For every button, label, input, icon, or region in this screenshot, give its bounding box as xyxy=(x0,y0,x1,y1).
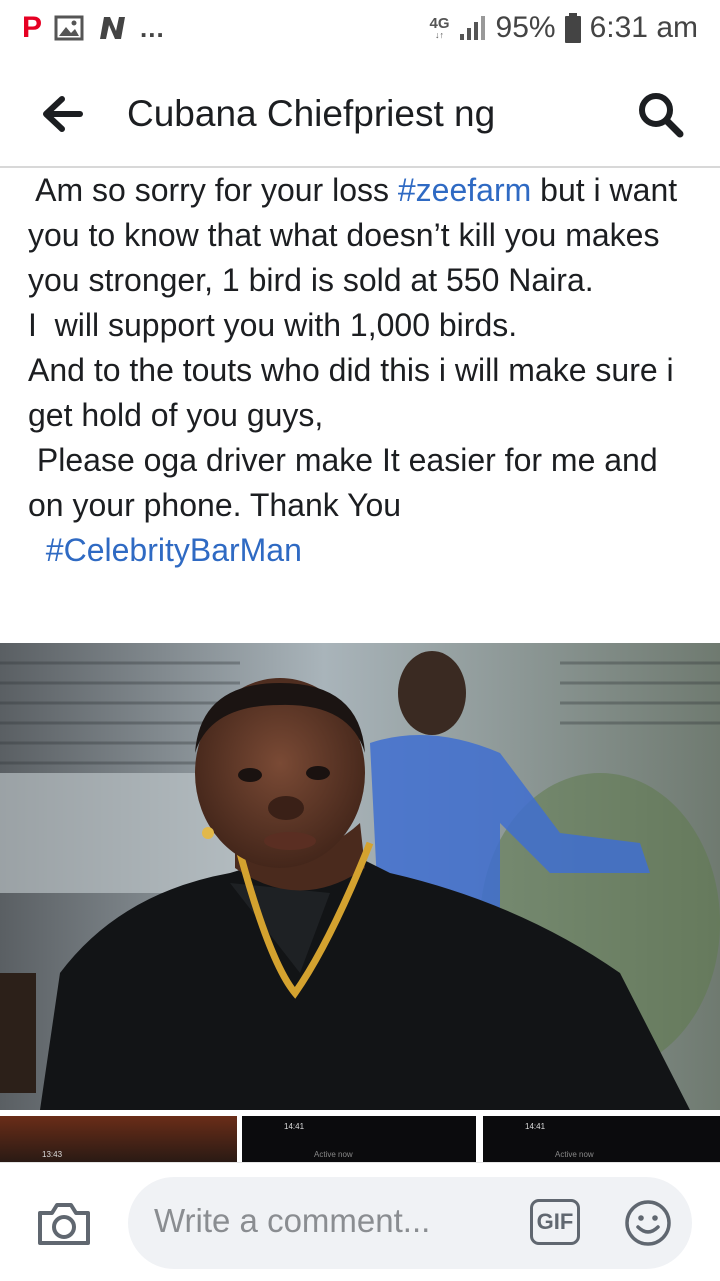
pinterest-icon: P xyxy=(22,11,43,44)
thumbnail-1[interactable]: 13:43 xyxy=(0,1116,237,1162)
post-text-segment: Am so sorry for your loss xyxy=(28,172,398,208)
thumbnail-time: 14:41 xyxy=(525,1122,546,1131)
thumbnail-time: 14:41 xyxy=(284,1122,305,1131)
camera-icon[interactable] xyxy=(36,1199,92,1247)
network-type: 4G xyxy=(429,15,450,32)
status-right: 4G ↓↑ 95% 6:31 am xyxy=(430,10,698,46)
image-icon xyxy=(54,15,84,41)
comment-bar: Write a comment... GIF xyxy=(0,1162,720,1281)
post-photo[interactable] xyxy=(0,643,720,1110)
photo-illustration xyxy=(0,643,720,1110)
battery-percent: 95% xyxy=(495,11,556,44)
post-paragraph-3: And to the touts who did this i will mak… xyxy=(28,352,674,433)
search-icon[interactable] xyxy=(636,90,684,138)
post-paragraph-2: I will support you with 1,000 birds. xyxy=(28,307,518,343)
clock: 6:31 am xyxy=(589,11,698,44)
signal-icon xyxy=(459,16,485,40)
thumbnail-subtitle: Active now xyxy=(555,1150,594,1159)
thumbnail-2[interactable]: 14:41 Active now xyxy=(242,1116,476,1162)
hashtag-celebritybarman[interactable]: #CelebrityBarMan xyxy=(28,532,302,568)
post-paragraph-4: Please oga driver make It easier for me … xyxy=(28,442,667,523)
top-bar: Cubana Chiefpriest ng xyxy=(0,58,720,168)
hashtag-zeefarm[interactable]: #zeefarm xyxy=(398,172,531,208)
post-hashtag-line: #CelebrityBarMan xyxy=(28,528,698,573)
status-bar: P ... 4G ↓↑ 95% 6:31 am xyxy=(0,0,720,58)
thumbnail-time: 13:43 xyxy=(42,1150,63,1159)
thumbnail-3[interactable]: 14:41 Active now xyxy=(483,1116,720,1162)
thumbnail-strip: 13:43 14:41 Active now 14:41 Active now xyxy=(0,1116,720,1162)
comment-input[interactable]: Write a comment... GIF xyxy=(128,1177,692,1269)
network-indicator: 4G ↓↑ xyxy=(430,16,450,40)
gif-button[interactable]: GIF xyxy=(530,1199,580,1245)
n-app-icon xyxy=(100,17,126,39)
thumbnail-subtitle: Active now xyxy=(314,1150,353,1159)
post-paragraph-1: Am so sorry for your loss #zeefarm but i… xyxy=(28,168,698,303)
comment-placeholder: Write a comment... xyxy=(154,1202,431,1239)
arrow-left-icon[interactable] xyxy=(40,94,84,134)
more-notifications: ... xyxy=(140,13,165,43)
status-left: P ... xyxy=(22,12,165,44)
smiley-icon[interactable] xyxy=(624,1199,672,1247)
post-text: Am so sorry for your loss #zeefarm but i… xyxy=(28,168,698,573)
data-arrows-icon: ↓↑ xyxy=(435,30,445,40)
page-title: Cubana Chiefpriest ng xyxy=(127,93,496,134)
battery-icon xyxy=(564,13,581,43)
